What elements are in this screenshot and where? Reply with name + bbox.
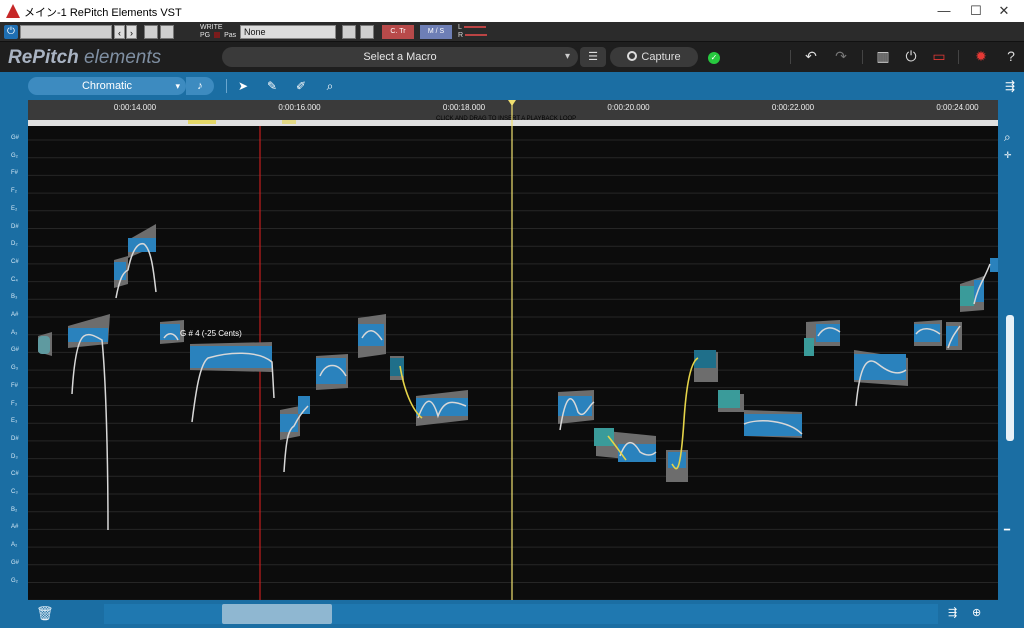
record-icon[interactable]: ▭	[930, 48, 948, 65]
note-label: G#	[11, 559, 20, 566]
folder-icon[interactable]	[144, 25, 158, 39]
follow-icon[interactable]: ⇶	[1002, 78, 1018, 94]
pg-led[interactable]	[214, 32, 221, 38]
zoom-icon[interactable]: ⌕	[1004, 130, 1011, 145]
macro-select[interactable]: Select a Macro ▾	[222, 47, 578, 67]
note-label: C#	[11, 258, 19, 265]
note-label: G#	[11, 135, 20, 141]
pg-label: PG	[200, 32, 211, 39]
chevron-down-icon: ▾	[564, 51, 570, 62]
note-label: F#	[11, 382, 19, 389]
note-label: D₃	[11, 453, 18, 460]
note-label: A#	[11, 524, 19, 531]
expand-icon[interactable]: ✛	[1004, 150, 1012, 161]
lr-meter: L R	[458, 24, 488, 40]
horizontal-scroll-thumb[interactable]	[222, 604, 332, 624]
sidechain-select[interactable]: None	[240, 25, 336, 39]
zoom-icon[interactable]: ⌕	[322, 78, 338, 94]
editor-toolbar: Chromatic ▾ ♪ ➤ ✎ ✐ ⌕ ⇶	[0, 72, 1024, 100]
host-toolbar: ⏻ ‹ › WRITE PG Pas None C. Tr M / S L R	[0, 22, 1024, 42]
note-label: E₃	[11, 418, 18, 425]
help-icon[interactable]: ?	[1002, 48, 1020, 64]
l-label: L	[458, 24, 462, 31]
routing-icon[interactable]	[342, 25, 356, 39]
undo-icon[interactable]: ↶	[802, 48, 820, 65]
capture-icon	[627, 51, 638, 61]
gear-icon[interactable]	[360, 25, 374, 39]
power-icon[interactable]: ⏻	[902, 48, 920, 65]
power-icon[interactable]: ⏻	[4, 25, 18, 39]
window-title: メイン-1 RePitch Elements VST	[24, 7, 182, 19]
right-sidebar: ⌕ ✛ ━	[998, 100, 1024, 600]
pointer-icon[interactable]: ➤	[235, 78, 251, 94]
note-label: B₂	[11, 506, 18, 513]
note-tooltip: G # 4 (-25 Cents)	[180, 329, 242, 338]
brush-icon[interactable]: ✐	[293, 78, 309, 94]
note-label: F₂	[11, 188, 17, 195]
pen-icon[interactable]: ✎	[264, 78, 280, 94]
note-label: D#	[11, 435, 19, 442]
repitch-logo: RePitch elements	[8, 47, 162, 68]
app-icon	[6, 4, 20, 18]
close-button[interactable]: ✕	[984, 2, 1024, 20]
note-label: C#	[11, 471, 19, 478]
note-label: C₃	[11, 489, 18, 495]
follow-icon[interactable]: ⇶	[948, 606, 957, 619]
ctr-button[interactable]: C. Tr	[382, 25, 414, 39]
scale-select[interactable]: Chromatic ▾	[28, 77, 186, 95]
piano-roll-labels: G# G₂ F# F₂ E₂ D# D₂ C# C₄ B₃ A# A₃ G# G₃ F# F₃ E₃ D# D₃ C#…	[0, 100, 28, 600]
save-icon[interactable]	[160, 25, 174, 39]
note-label: D#	[11, 223, 19, 230]
chevron-down-icon: ▾	[175, 81, 180, 91]
zoom-in-out-icon[interactable]: ⊕	[972, 606, 981, 619]
capture-button[interactable]: Capture	[610, 47, 698, 67]
scale-snap-icon[interactable]: ♪	[186, 77, 214, 95]
note-label: F#	[11, 170, 19, 177]
prev-preset-button[interactable]: ‹	[114, 25, 125, 39]
r-label: R	[458, 32, 464, 39]
bottom-bar: 🗑 ⇶ ⊕	[0, 600, 1024, 628]
settings-icon[interactable]: ✹	[972, 48, 990, 65]
preset-field[interactable]	[20, 25, 112, 39]
pitch-marker-icon: ━	[1004, 525, 1011, 536]
note-label: A₂	[11, 542, 18, 549]
window-titlebar: メイン-1 RePitch Elements VST — ☐ ✕	[0, 0, 1024, 22]
pitch-canvas[interactable]	[28, 100, 998, 600]
playhead-marker	[508, 100, 516, 106]
note-label: E₂	[11, 205, 18, 212]
note-label: G₃	[11, 365, 19, 372]
redo-icon[interactable]: ↷	[832, 48, 850, 65]
pas-label: Pas	[224, 32, 237, 39]
note-label: F₃	[11, 400, 18, 407]
note-label: A#	[11, 312, 19, 318]
note-label: C₄	[11, 276, 18, 283]
status-ok-icon: ✓	[708, 52, 720, 64]
plugin-toolbar: RePitch elements Select a Macro ▾ ☰ Capt…	[0, 42, 1024, 72]
note-label: G₂	[11, 577, 18, 584]
columns-icon[interactable]: ▥	[874, 48, 892, 65]
note-label: G₂	[11, 152, 18, 159]
note-label: G#	[11, 347, 20, 354]
trash-icon[interactable]: 🗑	[36, 605, 54, 622]
sliders-icon[interactable]: ☰	[580, 47, 606, 67]
note-label: B₃	[11, 294, 18, 301]
macro-label: Select a Macro	[363, 51, 437, 63]
next-preset-button[interactable]: ›	[126, 25, 137, 39]
vertical-scrollbar[interactable]	[1006, 315, 1014, 441]
note-label: A₃	[11, 329, 18, 336]
note-label: D₂	[11, 241, 18, 248]
ms-button[interactable]: M / S	[420, 25, 452, 39]
